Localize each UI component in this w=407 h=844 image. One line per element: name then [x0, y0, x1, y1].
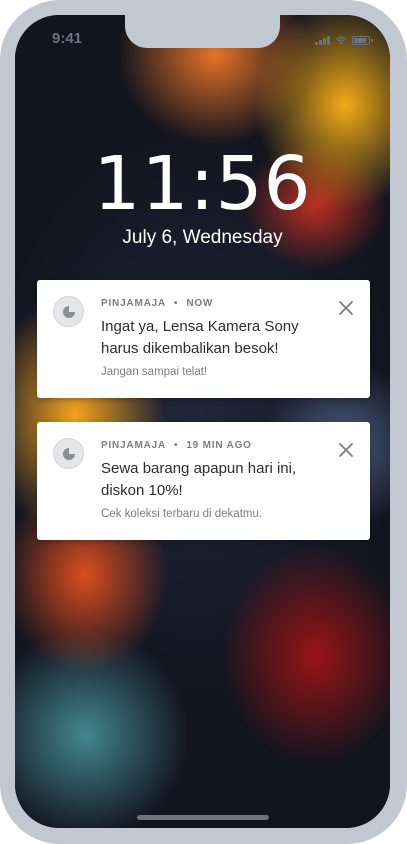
notification-body: Cek koleksi terbaru di dekatmu. — [101, 508, 263, 520]
notification-body: Jangan sampai telat! — [101, 366, 208, 378]
battery-level — [354, 38, 366, 43]
phone-frame: 9:41 11:56 July 6, Wednesday PINJAMAJA •… — [0, 0, 407, 844]
notification-header: PINJAMAJA • 19 MIN AGO — [101, 440, 252, 451]
notification-title: Ingat ya, Lensa Kamera Sony harus dikemb… — [101, 318, 299, 357]
notification-card[interactable]: PINJAMAJA • 19 MIN AGO Sewa barang apapu… — [37, 422, 370, 540]
notification-title: Sewa barang apapun hari ini, diskon 10%! — [101, 460, 297, 499]
lock-screen: 9:41 11:56 July 6, Wednesday PINJAMAJA •… — [15, 15, 390, 828]
close-icon[interactable] — [338, 300, 354, 316]
header-separator: • — [174, 440, 179, 451]
pinjamaja-app-icon — [53, 438, 84, 469]
notification-card[interactable]: PINJAMAJA • NOW Ingat ya, Lensa Kamera S… — [37, 280, 370, 398]
notification-timestamp: 19 MIN AGO — [186, 440, 252, 451]
notification-app-name: PINJAMAJA — [101, 298, 166, 309]
notch — [125, 15, 280, 48]
pinjamaja-app-icon — [53, 296, 84, 327]
wifi-icon — [335, 36, 347, 45]
lock-screen-clock: 11:56 — [93, 141, 312, 227]
cellular-signal-icon — [315, 35, 330, 45]
battery-icon — [352, 36, 373, 45]
lock-screen-date: July 6, Wednesday — [122, 227, 283, 248]
status-bar-time: 9:41 — [52, 30, 83, 47]
header-separator: • — [174, 298, 179, 309]
notification-header: PINJAMAJA • NOW — [101, 298, 213, 309]
notification-timestamp: NOW — [186, 298, 214, 309]
status-bar-icons — [315, 33, 373, 45]
home-indicator[interactable] — [137, 815, 269, 820]
close-icon[interactable] — [338, 442, 354, 458]
notification-app-name: PINJAMAJA — [101, 440, 166, 451]
